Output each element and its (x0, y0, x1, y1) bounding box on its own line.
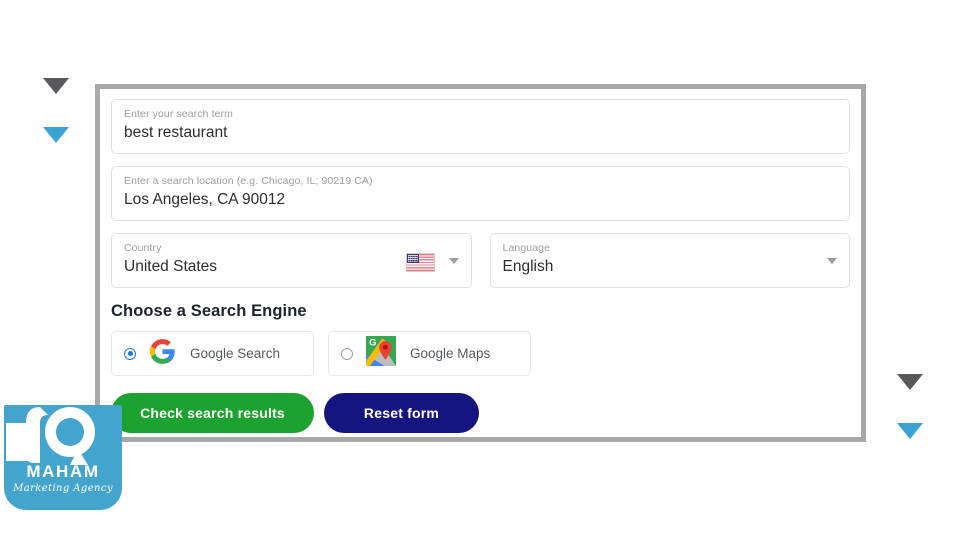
search-term-input[interactable]: best restaurant (124, 122, 837, 144)
radio-google-maps[interactable] (341, 347, 353, 360)
search-location-input[interactable]: Los Angeles, CA 90012 (124, 189, 837, 211)
language-value: English (502, 258, 554, 275)
us-flag-icon (405, 252, 435, 272)
maham-logo-mark-icon (6, 407, 95, 465)
reset-form-button[interactable]: Reset form (324, 393, 479, 433)
country-select[interactable]: Country United States (111, 233, 472, 288)
triangle-top-left-blue-icon (43, 127, 69, 143)
search-term-label: Enter your search term (124, 108, 233, 120)
search-location-label: Enter a search location (e.g. Chicago, I… (124, 175, 373, 187)
country-language-row: Country United States Language English (111, 233, 850, 288)
google-g-icon (149, 338, 176, 370)
form-actions: Check search results Reset form (111, 393, 850, 433)
search-term-field[interactable]: Enter your search term best restaurant (111, 99, 850, 154)
maham-logo-tagline: Marketing Agency (13, 483, 113, 494)
radio-google-search[interactable] (124, 347, 136, 360)
google-maps-icon: G (366, 336, 396, 371)
search-engine-options: Google Search G Google Maps (111, 331, 850, 376)
chevron-down-icon[interactable] (827, 257, 837, 264)
language-select[interactable]: Language English (489, 233, 850, 288)
svg-text:G: G (369, 337, 376, 347)
chevron-down-icon[interactable] (448, 257, 459, 264)
check-search-results-button[interactable]: Check search results (111, 393, 314, 433)
triangle-top-left-dark-icon (43, 78, 69, 94)
search-engine-section-title: Choose a Search Engine (111, 302, 307, 320)
engine-option-google-maps[interactable]: G Google Maps (328, 331, 531, 376)
triangle-bottom-right-blue-icon (897, 423, 923, 439)
form-panel: Enter your search term best restaurant E… (100, 89, 861, 437)
screenshot-frame: Enter your search term best restaurant E… (95, 84, 866, 442)
language-label: Language (502, 242, 551, 254)
maham-logo: MAHAM Marketing Agency (4, 405, 122, 510)
engine-option-label: Google Maps (410, 346, 491, 361)
engine-option-google-search[interactable]: Google Search (111, 331, 314, 376)
search-location-field[interactable]: Enter a search location (e.g. Chicago, I… (111, 166, 850, 221)
engine-option-label: Google Search (190, 346, 281, 361)
maham-logo-name: MAHAM (26, 462, 100, 481)
triangle-bottom-right-dark-icon (897, 374, 923, 390)
